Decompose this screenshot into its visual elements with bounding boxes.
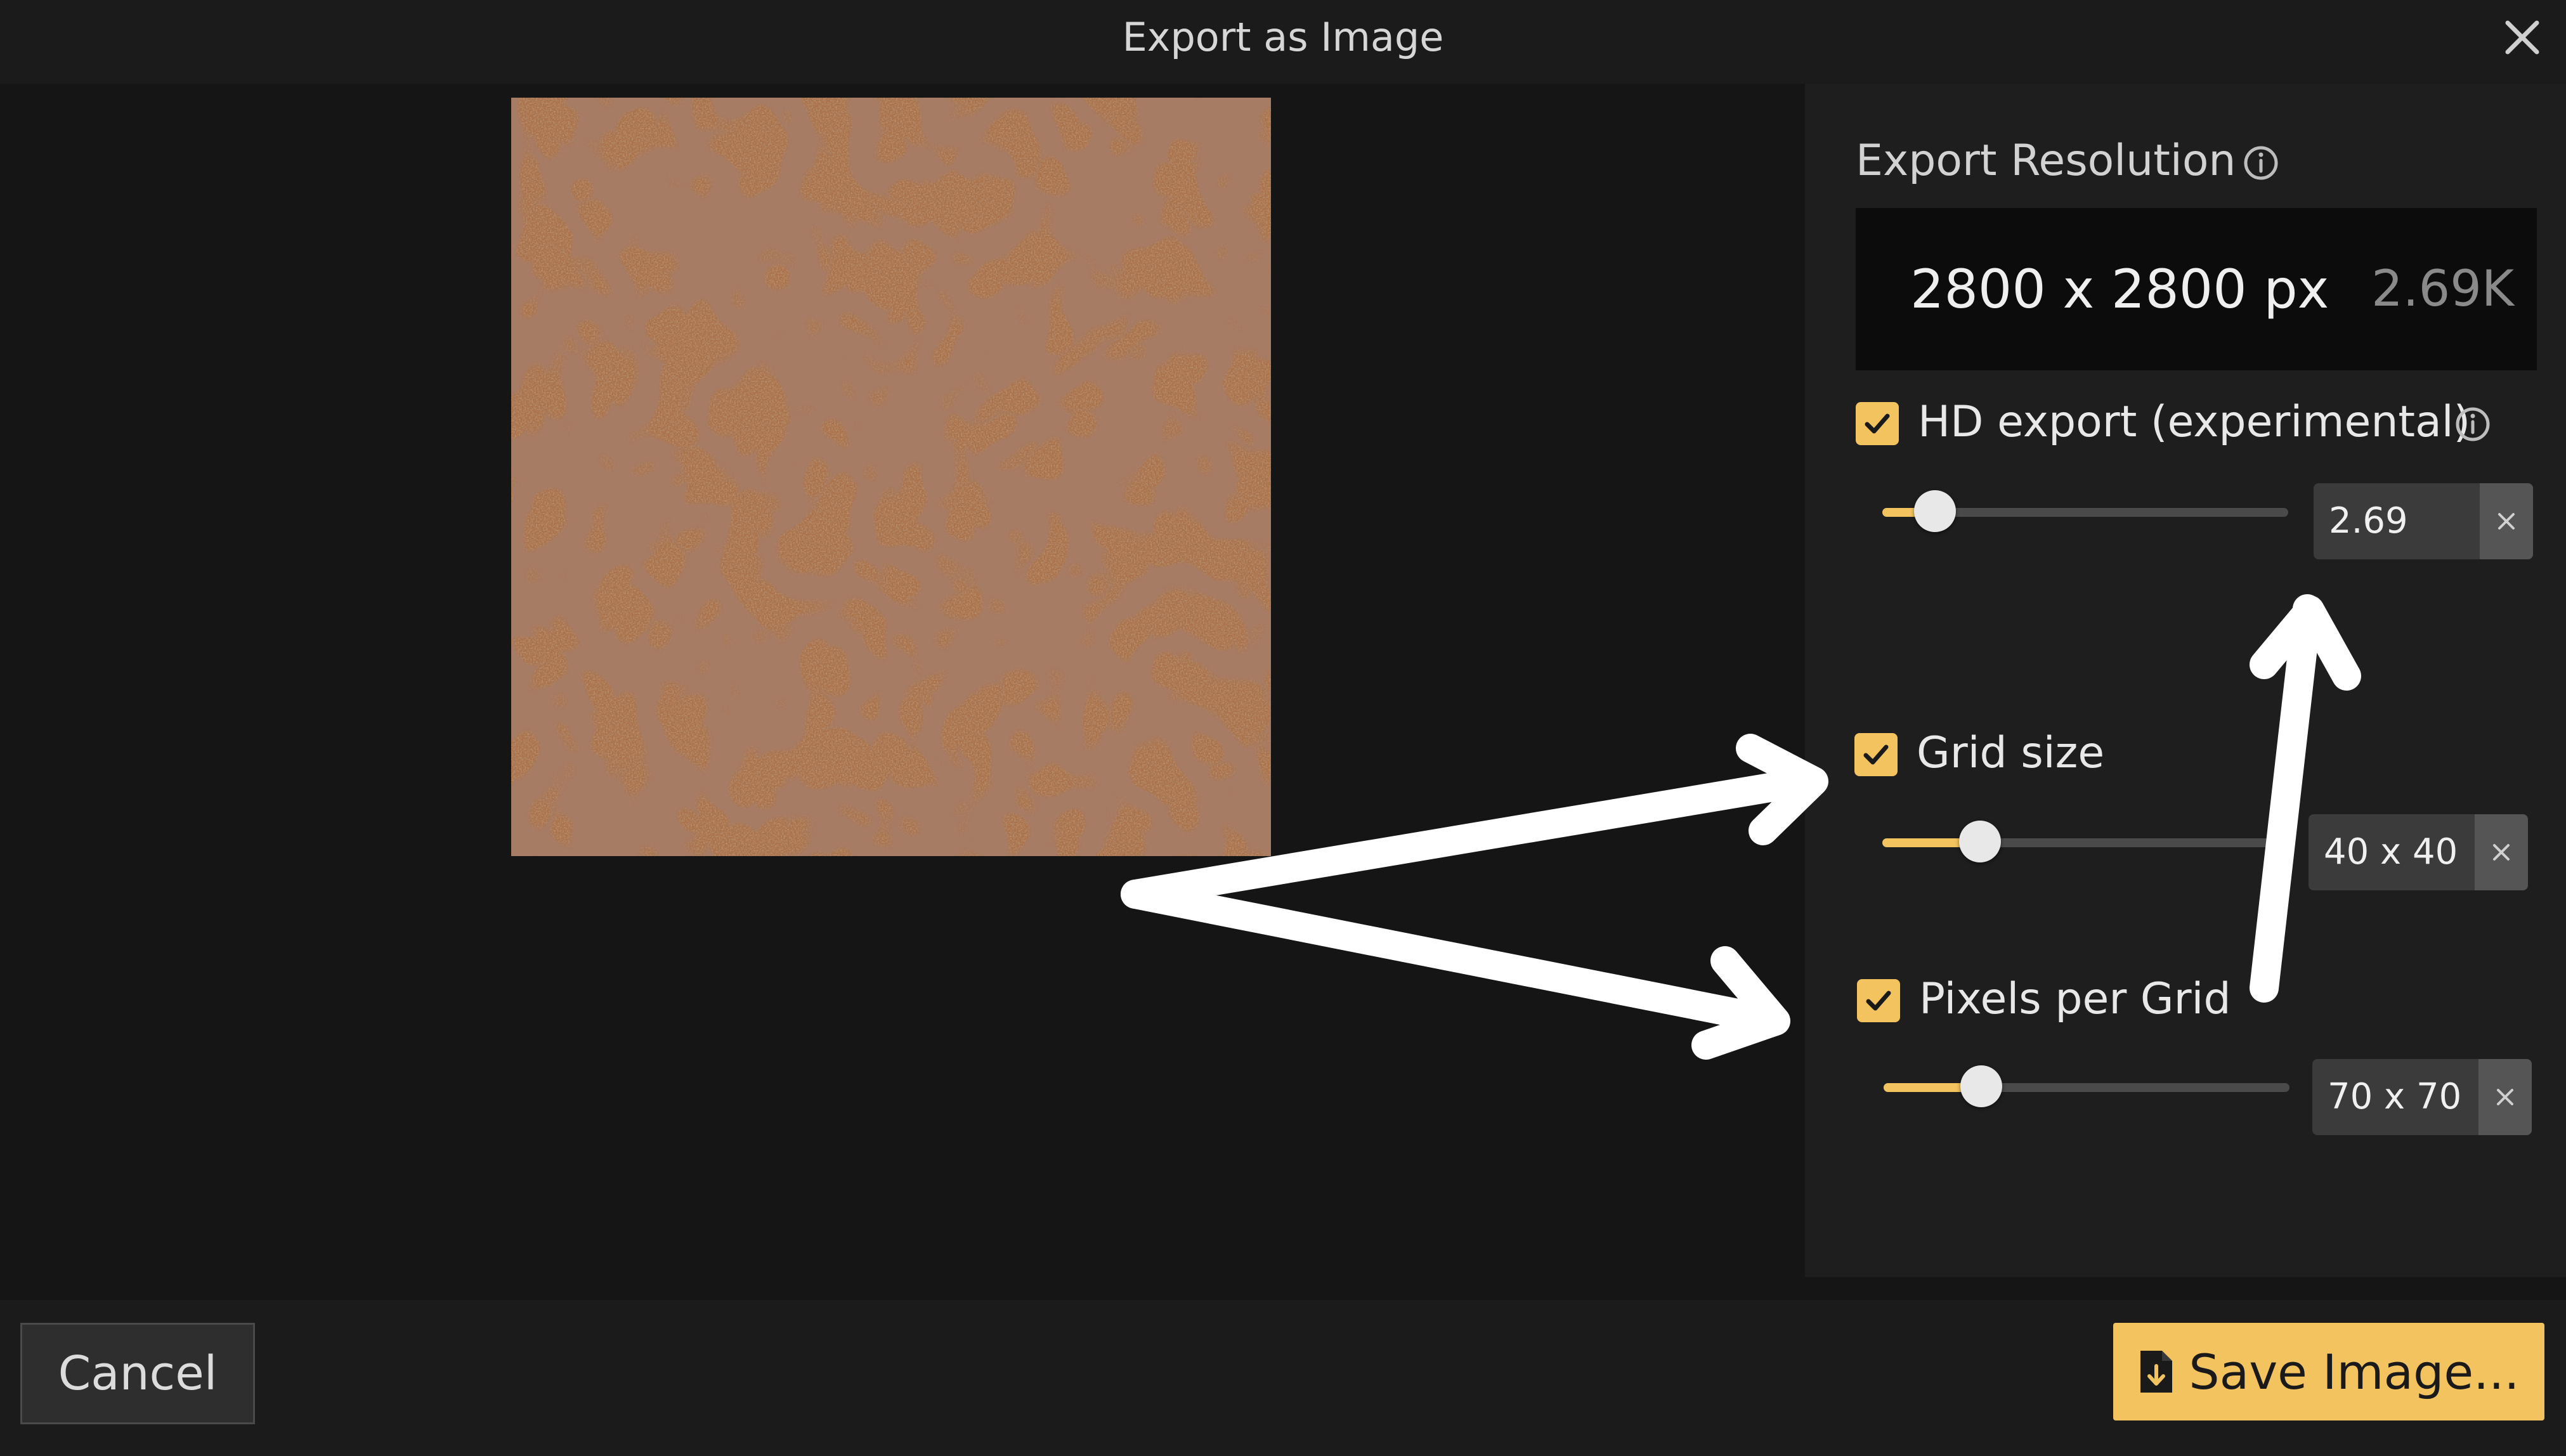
export-settings-panel: Export Resolution 2800 x 2800 px 2.69K H…: [1805, 84, 2566, 1277]
pixels-per-grid-checkbox[interactable]: [1857, 979, 1900, 1022]
clear-icon: [2497, 1089, 2513, 1105]
slider-thumb[interactable]: [1958, 821, 2001, 862]
info-icon[interactable]: [2454, 406, 2491, 443]
file-download-icon: [2140, 1351, 2173, 1393]
texture-preview-image: [511, 98, 1271, 856]
slider-thumb[interactable]: [1914, 490, 1957, 532]
export-resolution-title: Export Resolution: [1856, 136, 2236, 186]
cancel-button[interactable]: Cancel: [20, 1323, 255, 1424]
pixels-per-grid-value[interactable]: 70 x 70: [2328, 1059, 2461, 1135]
dialog-footer: Cancel Save Image...: [0, 1300, 2566, 1456]
hd-export-slider[interactable]: [1882, 490, 2295, 532]
pixels-per-grid-clear-button[interactable]: [2478, 1059, 2532, 1135]
resolution-short: 2.69K: [2371, 261, 2514, 318]
grid-size-slider[interactable]: [1882, 821, 2295, 862]
save-image-label: Save Image...: [2189, 1343, 2520, 1400]
grid-size-label: Grid size: [1917, 728, 2105, 778]
checkmark-icon: [1865, 413, 1890, 434]
hd-export-clear-button[interactable]: [2480, 483, 2533, 559]
grid-size-checkbox[interactable]: [1854, 733, 1898, 776]
clear-icon: [2493, 844, 2510, 861]
preview-area: [0, 84, 1804, 1300]
close-icon: [2505, 20, 2539, 55]
pixels-per-grid-value-field[interactable]: 70 x 70: [2312, 1059, 2532, 1135]
title-bar: Export as Image: [0, 0, 2566, 84]
hd-export-label: HD export (experimental): [1918, 397, 2471, 447]
export-dialog: Export as Image Export Resolution 2800 x…: [0, 0, 2566, 1456]
hd-export-checkbox[interactable]: [1856, 402, 1899, 445]
resolution-value: 2800 x 2800 px: [1910, 258, 2329, 320]
close-button[interactable]: [2492, 8, 2552, 67]
slider-thumb[interactable]: [1960, 1065, 2002, 1107]
grid-size-value[interactable]: 40 x 40: [2324, 814, 2458, 890]
dialog-title: Export as Image: [1122, 14, 1444, 60]
clear-icon: [2498, 513, 2515, 530]
hd-export-value-field[interactable]: 2.69: [2314, 483, 2533, 559]
pixels-per-grid-slider[interactable]: [1884, 1065, 2296, 1107]
resolution-display: 2800 x 2800 px 2.69K: [1856, 208, 2537, 370]
grid-size-value-field[interactable]: 40 x 40: [2309, 814, 2528, 890]
checkmark-icon: [1863, 744, 1889, 765]
info-icon[interactable]: [2243, 145, 2279, 181]
save-image-button[interactable]: Save Image...: [2113, 1323, 2544, 1420]
checkmark-icon: [1866, 991, 1891, 1011]
pixels-per-grid-label: Pixels per Grid: [1919, 974, 2231, 1024]
hd-export-value[interactable]: 2.69: [2329, 483, 2408, 559]
grid-size-clear-button[interactable]: [2475, 814, 2528, 890]
